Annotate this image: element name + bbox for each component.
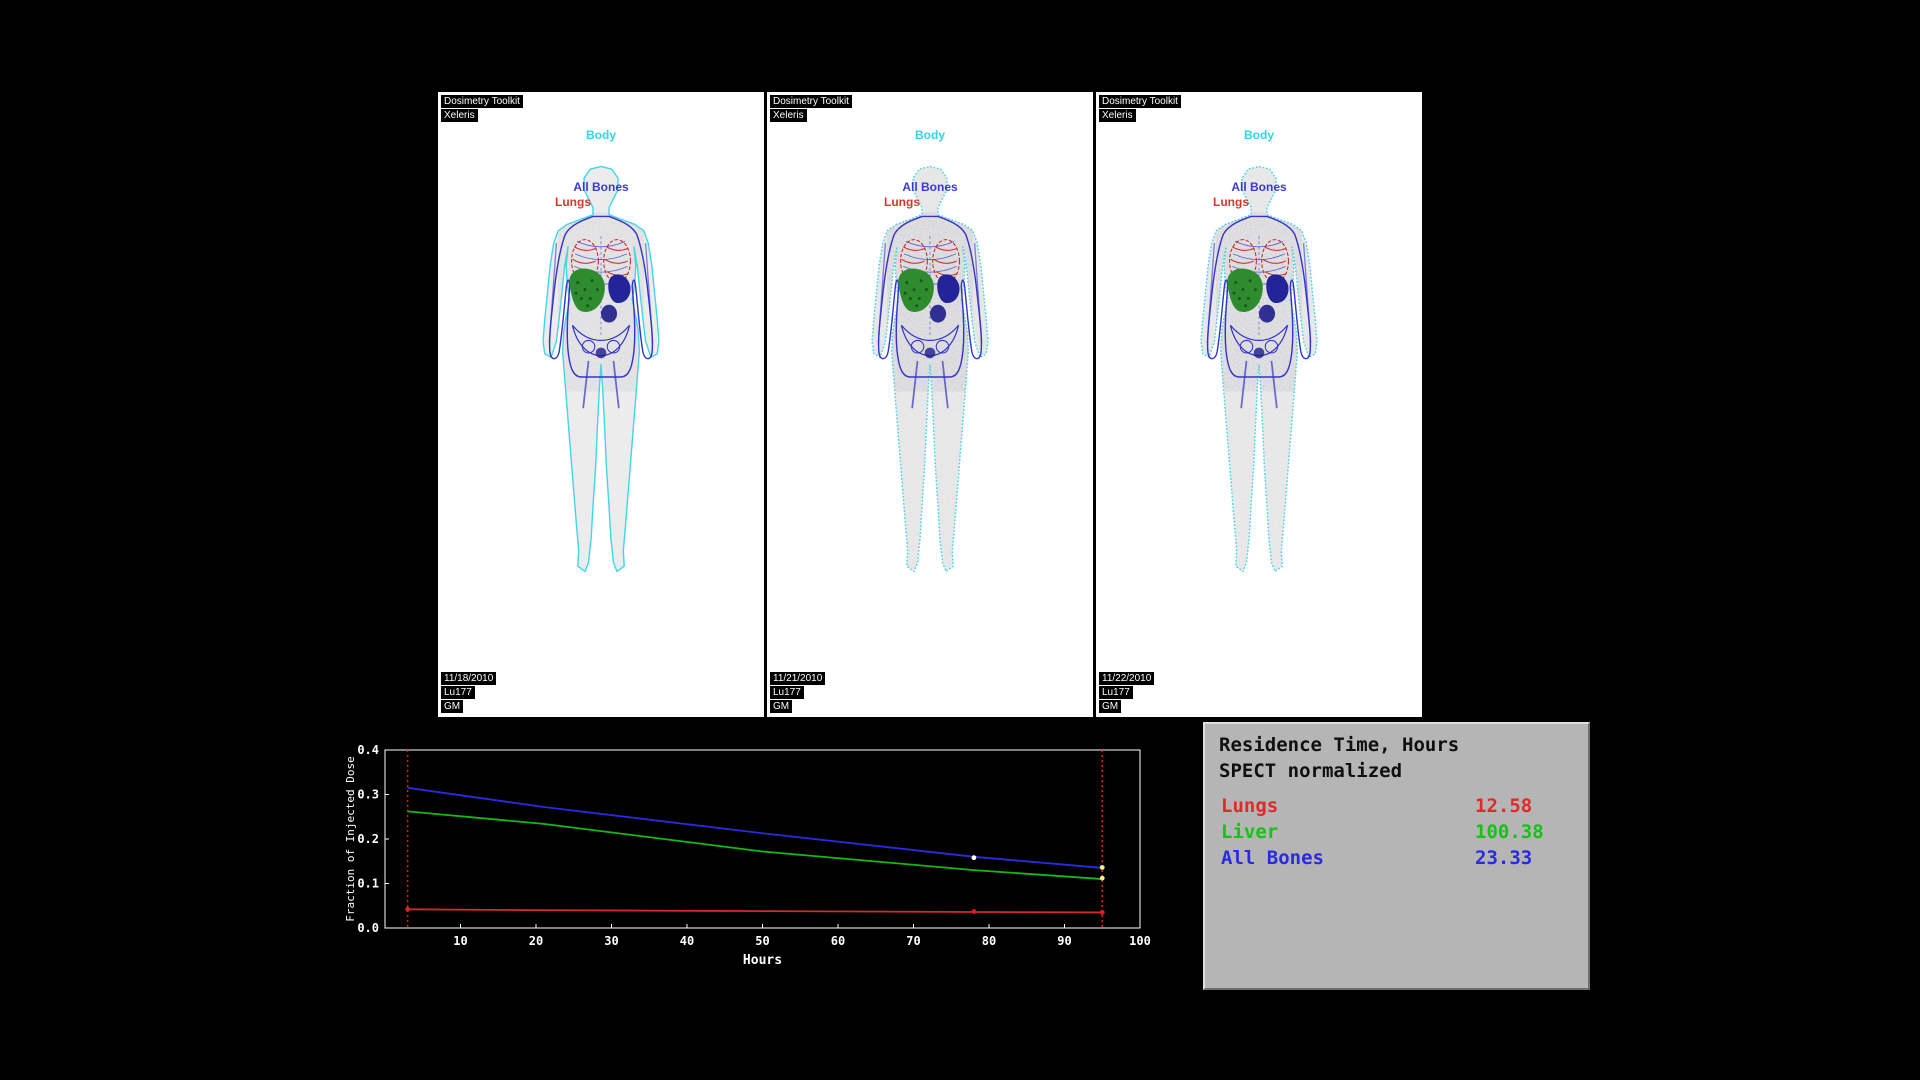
acquisition-date: 11/22/2010 (1099, 672, 1154, 685)
residence-rows: Lungs 12.58 Liver 100.38 All Bones 23.33 (1205, 793, 1588, 871)
residence-time-panel: Residence Time, Hours SPECT normalized L… (1203, 722, 1590, 990)
panel-header-chips: Dosimetry Toolkit Xeleris (770, 95, 852, 123)
panel-header-chips: Dosimetry Toolkit Xeleris (441, 95, 523, 123)
isotope-label: Lu177 (770, 686, 804, 699)
vendor-label: Xeleris (1099, 109, 1136, 122)
x-tick-label: 20 (529, 934, 543, 948)
toolkit-label: Dosimetry Toolkit (441, 95, 523, 108)
scan-speckle-noise (868, 161, 993, 595)
y-tick-label: 0.4 (357, 743, 379, 757)
data-point-marker (405, 907, 410, 912)
residence-title-line2: SPECT normalized (1205, 758, 1588, 784)
whole-body-scan-image (485, 154, 717, 600)
acquisition-date: 11/18/2010 (441, 672, 496, 685)
organ-label: Liver (1221, 819, 1278, 845)
all-bones-roi-label: All Bones (438, 180, 764, 194)
toolkit-label: Dosimetry Toolkit (770, 95, 852, 108)
scan-art-container (1143, 154, 1375, 600)
residence-value: 23.33 (1475, 845, 1532, 871)
residence-row-liver: Liver 100.38 (1205, 819, 1588, 845)
whole-body-scan-image (814, 154, 1046, 600)
time-activity-chart-svg[interactable]: 10 20 30 40 50 60 70 80 90 100 0.0 0.1 0.2 0.3 0.4 Hour… (340, 738, 1152, 976)
isotope-label: Lu177 (441, 686, 475, 699)
data-point-marker (1100, 910, 1105, 915)
application-background: Dosimetry Toolkit Xeleris Body All Bones… (0, 0, 1920, 1080)
operator-label: GM (441, 700, 463, 713)
x-tick-label: 70 (906, 934, 920, 948)
data-point-marker (1100, 865, 1105, 870)
all-bones-roi-label: All Bones (1096, 180, 1422, 194)
time-activity-chart[interactable]: 10 20 30 40 50 60 70 80 90 100 0.0 0.1 0.2 0.3 0.4 Hour… (340, 738, 1152, 976)
isotope-label: Lu177 (1099, 686, 1133, 699)
scan-panel-2[interactable]: Dosimetry Toolkit Xeleris Body All Bones… (767, 92, 1093, 717)
plot-area[interactable] (385, 750, 1140, 928)
scan-panel-3[interactable]: Dosimetry Toolkit Xeleris Body All Bones… (1096, 92, 1422, 717)
x-tick-label: 60 (831, 934, 845, 948)
x-tick-label: 100 (1129, 934, 1151, 948)
residence-title-block: Residence Time, Hours SPECT normalized (1205, 724, 1588, 784)
residence-value: 12.58 (1475, 793, 1532, 819)
vendor-label: Xeleris (441, 109, 478, 122)
residence-row-all-bones: All Bones 23.33 (1205, 845, 1588, 871)
scan-art-container (485, 154, 717, 600)
scan-art-container (814, 154, 1046, 600)
x-axis-label: Hours (743, 953, 782, 968)
operator-label: GM (1099, 700, 1121, 713)
acquisition-date: 11/21/2010 (770, 672, 825, 685)
y-tick-label: 0.3 (357, 788, 379, 802)
x-tick-label: 90 (1057, 934, 1071, 948)
data-point-marker (1100, 876, 1105, 881)
all-bones-roi-label: All Bones (767, 180, 1093, 194)
x-tick-label: 80 (982, 934, 996, 948)
panel-footer-chips: 11/18/2010 Lu177 GM (441, 672, 496, 714)
whole-body-scan-image (1143, 154, 1375, 600)
organ-label: All Bones (1221, 845, 1324, 871)
body-roi-label: Body (767, 128, 1093, 142)
lungs-roi-label: Lungs (767, 195, 1065, 209)
lungs-roi-label: Lungs (438, 195, 736, 209)
y-tick-label: 0.1 (357, 877, 379, 891)
operator-label: GM (770, 700, 792, 713)
scan-speckle-noise (1197, 161, 1322, 595)
panel-footer-chips: 11/22/2010 Lu177 GM (1099, 672, 1154, 714)
body-roi-label: Body (1096, 128, 1422, 142)
organ-label: Lungs (1221, 793, 1278, 819)
panel-footer-chips: 11/21/2010 Lu177 GM (770, 672, 825, 714)
residence-row-lungs: Lungs 12.58 (1205, 793, 1588, 819)
data-point-marker (972, 909, 977, 914)
data-point-marker (972, 855, 977, 860)
body-roi-label: Body (438, 128, 764, 142)
residence-value: 100.38 (1475, 819, 1544, 845)
vendor-label: Xeleris (770, 109, 807, 122)
y-axis-label: Fraction of Injected Dose (344, 756, 357, 922)
x-tick-label: 50 (755, 934, 769, 948)
residence-title-line1: Residence Time, Hours (1205, 732, 1588, 758)
scan-panels-row: Dosimetry Toolkit Xeleris Body All Bones… (438, 92, 1424, 717)
lungs-roi-label: Lungs (1096, 195, 1394, 209)
scan-speckle-noise (539, 161, 664, 595)
scan-panel-1[interactable]: Dosimetry Toolkit Xeleris Body All Bones… (438, 92, 764, 717)
y-tick-label: 0.2 (357, 832, 379, 846)
x-tick-label: 10 (453, 934, 467, 948)
y-tick-label: 0.0 (357, 921, 379, 935)
panel-header-chips: Dosimetry Toolkit Xeleris (1099, 95, 1181, 123)
x-tick-label: 30 (604, 934, 618, 948)
toolkit-label: Dosimetry Toolkit (1099, 95, 1181, 108)
x-tick-label: 40 (680, 934, 694, 948)
